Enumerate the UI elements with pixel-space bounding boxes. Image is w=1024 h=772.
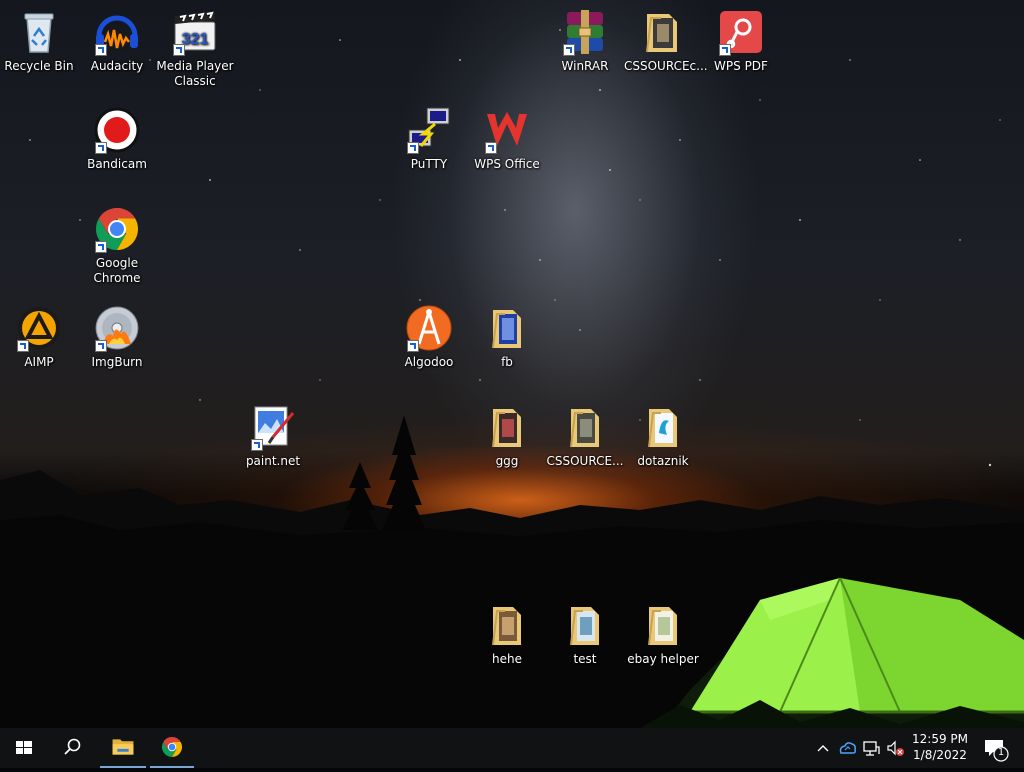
shortcut-arrow-icon — [17, 340, 29, 352]
desktop-icon-label: fb — [501, 355, 513, 369]
shortcut-arrow-icon — [485, 142, 497, 154]
desktop-icon-wps-pdf[interactable]: WPS PDF — [702, 8, 780, 74]
desktop-icon-label: PuTTY — [410, 157, 448, 171]
desktop-icon-label: AIMP — [24, 355, 54, 369]
tray-network[interactable] — [860, 728, 882, 768]
desktop-icon-label: CSSOURCE... — [546, 454, 624, 468]
folder-icon — [492, 409, 521, 448]
notification-count: 1 — [997, 747, 1005, 758]
desktop-icon-hehe[interactable]: hehe — [468, 601, 546, 667]
desktop-icon-cssource-2[interactable]: CSSOURCE... — [546, 403, 624, 469]
desktop-icon-wps-office[interactable]: WPS Office — [468, 106, 546, 172]
desktop-icon-aimp[interactable]: AIMP — [0, 304, 78, 370]
shortcut-arrow-icon — [563, 44, 575, 56]
desktop-icon-label: test — [573, 652, 597, 666]
svg-text:321: 321 — [182, 31, 209, 48]
folder-icon — [492, 607, 521, 646]
shortcut-arrow-icon — [95, 241, 107, 253]
desktop-icon-test[interactable]: test — [546, 601, 624, 667]
desktop-icon-bandicam[interactable]: Bandicam — [78, 106, 156, 172]
desktop-icon-putty[interactable]: PuTTY — [390, 106, 468, 172]
desktop-icon-imgburn[interactable]: ImgBurn — [78, 304, 156, 370]
search-button[interactable] — [48, 728, 96, 768]
folder-icon — [492, 310, 521, 349]
shortcut-arrow-icon — [95, 340, 107, 352]
desktop-icon-label: dotaznik — [637, 454, 689, 468]
action-center-button[interactable]: 1 — [976, 728, 1016, 768]
shortcut-arrow-icon — [251, 439, 263, 451]
network-icon — [863, 741, 880, 756]
taskbar: 12:59 PM 1/8/2022 1 — [0, 728, 1024, 768]
desktop-icon-label: WinRAR — [561, 59, 609, 73]
desktop-icon-label: ImgBurn — [91, 355, 143, 369]
desktop-icon-paint-net[interactable]: paint.net — [234, 403, 312, 469]
folder-icon — [648, 607, 677, 646]
search-icon — [64, 738, 81, 755]
desktop-icon-fb[interactable]: fb — [468, 304, 546, 370]
shortcut-arrow-icon — [95, 142, 107, 154]
chevron-up-icon — [817, 745, 829, 752]
volume-muted-icon — [887, 740, 904, 756]
shortcut-arrow-icon — [95, 44, 107, 56]
desktop-icon-label: Media Player Classic — [156, 59, 234, 88]
taskbar-item-google-chrome[interactable] — [150, 728, 194, 768]
shortcut-arrow-icon — [407, 340, 419, 352]
show-hidden-icons-button[interactable] — [812, 728, 834, 768]
folder-icon — [648, 409, 677, 448]
recycle-bin-icon — [24, 13, 54, 53]
file-explorer-icon — [112, 739, 134, 755]
chrome-icon — [162, 737, 182, 757]
desktop-icon-algodoo[interactable]: Algodoo — [390, 304, 468, 370]
shortcut-arrow-icon — [407, 142, 419, 154]
folder-icon — [570, 409, 599, 448]
desktop-icon-label: Algodoo — [404, 355, 454, 369]
desktop-icon-ggg[interactable]: ggg — [468, 403, 546, 469]
desktop-icon-label: WPS Office — [474, 157, 540, 171]
desktop-icon-label: hehe — [492, 652, 522, 666]
shortcut-arrow-icon — [173, 44, 185, 56]
desktop-icon-google-chrome[interactable]: Google Chrome — [78, 205, 156, 286]
desktop-icon-label: Recycle Bin — [4, 59, 74, 73]
windows-start-icon — [16, 741, 32, 754]
desktop-icon-ebay-helper[interactable]: ebay helper — [624, 601, 702, 667]
desktop-icon-label: ggg — [495, 454, 519, 468]
clock-date: 1/8/2022 — [913, 748, 967, 762]
start-button[interactable] — [0, 728, 48, 768]
desktop-icon-label: ebay helper — [627, 652, 699, 666]
desktop-icon-label: Google Chrome — [93, 256, 141, 285]
desktop-icon-media-player-classic[interactable]: 321 Media Player Classic — [156, 8, 234, 89]
desktop-icon-label: Bandicam — [87, 157, 147, 171]
desktop-icon-recycle-bin[interactable]: Recycle Bin — [0, 8, 78, 74]
desktop-icon-audacity[interactable]: Audacity — [78, 8, 156, 74]
folder-icon — [570, 607, 599, 646]
cloud-sync-icon — [839, 742, 856, 754]
shortcut-arrow-icon — [719, 44, 731, 56]
tray-onedrive[interactable] — [836, 728, 858, 768]
desktop-icon-cssource-c[interactable]: CSSOURCEc... — [624, 8, 708, 74]
folder-icon — [646, 14, 677, 53]
desktop-icon-winrar[interactable]: WinRAR — [546, 8, 624, 74]
tray-volume[interactable] — [884, 728, 906, 768]
taskbar-item-file-explorer[interactable] — [100, 728, 146, 768]
desktop-icon-dotaznik[interactable]: dotaznik — [624, 403, 702, 469]
desktop-icon-label: paint.net — [245, 454, 301, 468]
clock-time: 12:59 PM — [912, 732, 968, 746]
tray-clock[interactable]: 12:59 PM 1/8/2022 — [908, 728, 972, 768]
desktop-icon-label: Audacity — [90, 59, 144, 73]
desktop-icon-label: WPS PDF — [714, 59, 768, 73]
desktop-icon-label: CSSOURCEc... — [624, 59, 708, 73]
